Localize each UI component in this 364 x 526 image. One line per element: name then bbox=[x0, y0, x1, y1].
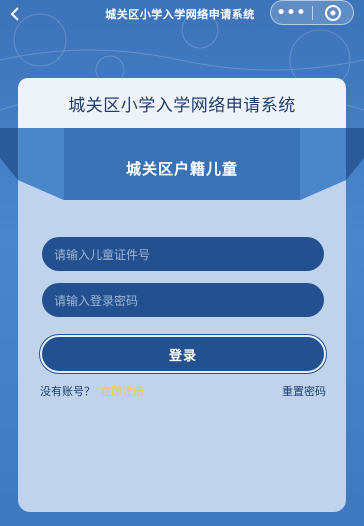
target-close-icon bbox=[324, 4, 341, 21]
system-title-card: 城关区小学入学网络申请系统 bbox=[18, 78, 346, 128]
password-input[interactable]: 请输入登录密码 bbox=[42, 283, 324, 317]
child-id-input[interactable]: 请输入儿童证件号 bbox=[42, 237, 324, 271]
no-account-label: 没有账号？ bbox=[40, 385, 95, 398]
close-button[interactable] bbox=[313, 1, 353, 24]
system-title: 城关区小学入学网络申请系统 bbox=[68, 95, 296, 116]
nav-bar: 城关区小学入学网络申请系统 ••• bbox=[0, 0, 364, 30]
nav-title: 城关区小学入学网络申请系统 bbox=[105, 8, 255, 21]
more-dots-icon: ••• bbox=[276, 4, 307, 21]
more-button[interactable]: ••• bbox=[271, 1, 312, 24]
back-button[interactable] bbox=[4, 3, 26, 25]
capsule-menu: ••• bbox=[270, 0, 354, 25]
account-links-row: 没有账号？ 立即注册 重置密码 bbox=[40, 383, 326, 401]
reset-password-link[interactable]: 重置密码 bbox=[282, 383, 326, 399]
register-link[interactable]: 立即注册 bbox=[100, 383, 144, 399]
section-title: 城关区户籍儿童 bbox=[125, 160, 238, 178]
login-button[interactable]: 登录 bbox=[40, 335, 326, 373]
chevron-left-icon bbox=[10, 7, 19, 21]
